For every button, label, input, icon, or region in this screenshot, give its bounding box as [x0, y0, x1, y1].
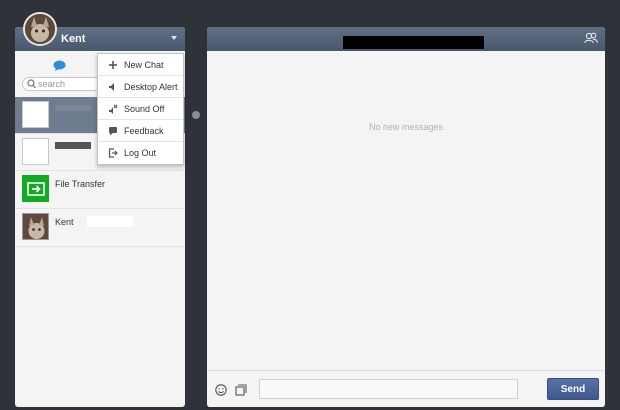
menu-item-label: Log Out: [124, 148, 157, 158]
list-item-file-transfer[interactable]: File Transfer: [15, 171, 185, 209]
avatar[interactable]: [23, 12, 57, 46]
contacts-icon[interactable]: [584, 32, 598, 44]
message-input[interactable]: [259, 379, 518, 399]
menu-item-sound-off[interactable]: Sound Off: [98, 98, 183, 120]
message-composer: Send: [207, 370, 605, 407]
list-item-label: Kent: [55, 217, 74, 227]
plus-icon: [109, 61, 117, 69]
avatar: [22, 101, 49, 128]
list-item-label: File Transfer: [55, 179, 106, 189]
user-name: Kent: [61, 33, 86, 45]
panel-splitter-handle[interactable]: [192, 111, 200, 119]
menu-item-log-out[interactable]: Log Out: [98, 142, 183, 164]
chat-bubble-icon[interactable]: [53, 60, 66, 71]
redacted-name: [55, 105, 91, 111]
menu-item-label: Feedback: [124, 126, 164, 136]
redacted-name: [55, 142, 91, 149]
menu-item-label: Desktop Alert: [124, 82, 178, 92]
search-box[interactable]: [22, 77, 102, 91]
avatar: [22, 213, 49, 240]
menu-item-desktop-alert[interactable]: Desktop Alert: [98, 76, 183, 98]
menu-item-feedback[interactable]: Feedback: [98, 120, 183, 142]
chat-app-window: Kent search File Transfer Kent New Chat …: [0, 0, 620, 410]
chat-panel: No new messages Send: [207, 27, 605, 407]
send-button[interactable]: Send: [547, 378, 599, 400]
logout-icon: [108, 148, 118, 158]
avatar: [22, 138, 49, 165]
speaker-icon: [109, 83, 114, 91]
user-dropdown-menu: New Chat Desktop Alert Sound Off Feedbac…: [97, 53, 184, 165]
menu-item-label: New Chat: [124, 60, 164, 70]
sound-off-icon: [109, 104, 118, 114]
file-transfer-icon: [22, 175, 49, 202]
feedback-icon: [109, 127, 117, 136]
screenshot-icon[interactable]: [235, 384, 247, 396]
chevron-down-icon[interactable]: [171, 36, 177, 40]
menu-item-new-chat[interactable]: New Chat: [98, 54, 183, 76]
chat-header: [207, 27, 605, 51]
redacted-name: [87, 216, 133, 227]
empty-state-text: No new messages: [368, 122, 444, 132]
redacted-chat-title: [343, 36, 484, 49]
search-icon: [27, 79, 36, 89]
emoji-icon[interactable]: [215, 384, 227, 396]
search-input[interactable]: [38, 78, 98, 90]
menu-item-label: Sound Off: [124, 104, 165, 114]
list-item[interactable]: Kent: [15, 209, 185, 247]
